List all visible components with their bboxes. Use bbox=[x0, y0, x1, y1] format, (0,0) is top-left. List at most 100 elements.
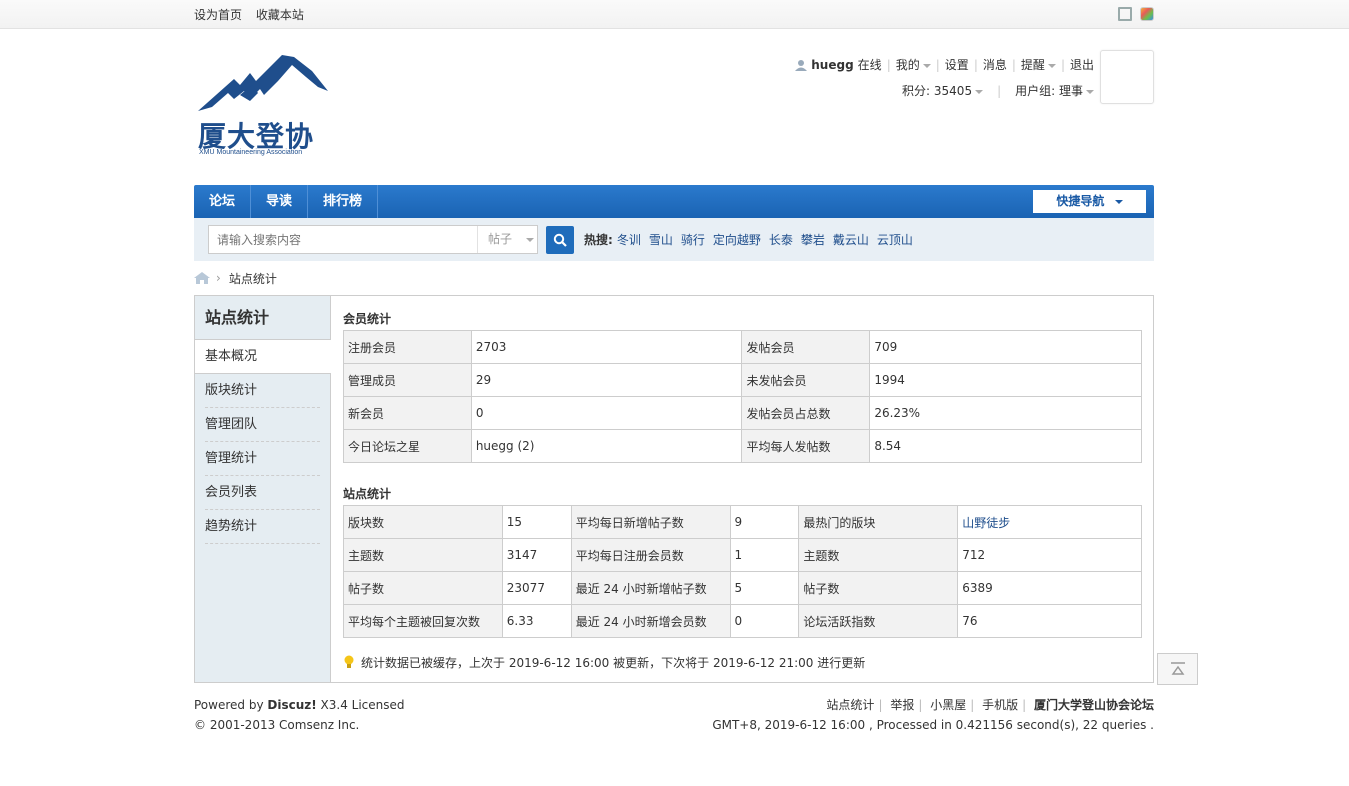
table-cell-value: 3147 bbox=[501, 538, 572, 572]
copyright-text[interactable]: © 2001-2013 Comsenz Inc. bbox=[194, 718, 359, 732]
bookmark-link[interactable]: 收藏本站 bbox=[256, 8, 304, 22]
my-menu[interactable]: 我的 bbox=[896, 54, 931, 76]
nav-guide[interactable]: 导读 bbox=[251, 185, 309, 218]
footer-site-name[interactable]: 厦门大学登山协会论坛 bbox=[1034, 698, 1154, 712]
usergroup-menu[interactable]: 用户组: 理事 bbox=[1015, 80, 1094, 102]
settings-link[interactable]: 设置 bbox=[945, 54, 969, 76]
table-cell-label: 平均每日注册会员数 bbox=[570, 538, 731, 572]
hot-search-item[interactable]: 云顶山 bbox=[877, 231, 913, 248]
table-cell-label: 最热门的版块 bbox=[798, 505, 959, 539]
search-type-label: 帖子 bbox=[488, 232, 513, 246]
search-box: 帖子 bbox=[208, 225, 538, 254]
footer-link-report[interactable]: 举报 bbox=[890, 698, 914, 712]
nav-ranking[interactable]: 排行榜 bbox=[308, 185, 379, 218]
table-cell-value: 0 bbox=[729, 604, 800, 638]
nav-forum[interactable]: 论坛 bbox=[194, 185, 252, 218]
sidebar: 站点统计 基本概况 版块统计 管理团队 管理统计 会员列表 趋势统计 bbox=[195, 296, 331, 682]
table-cell-label: 平均每人发帖数 bbox=[741, 429, 871, 463]
user-info: huegg 在线 | 我的 | 设置 | 消息 | 提醒 | 退出 积分: 35… bbox=[795, 54, 1094, 102]
avatar[interactable] bbox=[1100, 50, 1154, 104]
table-cell-value: 709 bbox=[869, 330, 1142, 364]
table-row: 平均每个主题被回复次数 6.33 最近 24 小时新增会员数 0 论坛活跃指数 … bbox=[343, 604, 1142, 638]
breadcrumb-current[interactable]: 站点统计 bbox=[229, 270, 277, 287]
sidebar-item-trend-stats[interactable]: 趋势统计 bbox=[205, 510, 320, 544]
main-panel: 站点统计 基本概况 版块统计 管理团队 管理统计 会员列表 趋势统计 会员统计 … bbox=[194, 295, 1154, 683]
hot-search-item[interactable]: 雪山 bbox=[649, 231, 673, 248]
table-cell-value: 5 bbox=[729, 571, 800, 605]
reminders-menu[interactable]: 提醒 bbox=[1021, 54, 1056, 76]
sidebar-item-member-list[interactable]: 会员列表 bbox=[205, 476, 320, 510]
top-bar: 设为首页 收藏本站 bbox=[0, 0, 1349, 29]
search-input[interactable] bbox=[209, 226, 477, 253]
hot-search-item[interactable]: 戴云山 bbox=[833, 231, 869, 248]
hottest-forum-link[interactable]: 山野徒步 bbox=[962, 516, 1010, 530]
table-cell-value: huegg (2) bbox=[470, 429, 743, 463]
table-cell-label: 管理成员 bbox=[343, 363, 472, 397]
table-cell-label: 平均每日新增帖子数 bbox=[570, 505, 731, 539]
copyright: © 2001-2013 Comsenz Inc. bbox=[194, 715, 405, 735]
hot-search-label: 热搜: bbox=[584, 233, 613, 247]
table-cell-value: 23077 bbox=[501, 571, 572, 605]
footer: Powered by Discuz! X3.4 Licensed © 2001-… bbox=[194, 683, 1154, 743]
sidebar-item-admin-stats[interactable]: 管理统计 bbox=[205, 442, 320, 476]
theme-color-icon[interactable] bbox=[1140, 7, 1154, 21]
hot-search-item[interactable]: 冬训 bbox=[617, 231, 641, 248]
table-cell-value: 山野徒步 bbox=[957, 505, 1142, 539]
search-type-select[interactable]: 帖子 bbox=[477, 226, 537, 253]
breadcrumb-separator: › bbox=[216, 271, 221, 285]
member-stats-table: 注册会员 2703 发帖会员 709 管理成员 29 未发帖会员 1994 新会… bbox=[343, 330, 1142, 463]
arrow-up-icon bbox=[1170, 662, 1185, 675]
footer-link-blackroom[interactable]: 小黑屋 bbox=[930, 698, 966, 712]
lightbulb-icon bbox=[344, 655, 354, 668]
table-cell-label: 主题数 bbox=[798, 538, 959, 572]
table-cell-label: 发帖会员占总数 bbox=[741, 396, 871, 430]
username-link[interactable]: huegg bbox=[811, 54, 853, 76]
chevron-down-icon bbox=[975, 89, 984, 94]
table-cell-label: 未发帖会员 bbox=[741, 363, 871, 397]
hot-search-item[interactable]: 长泰 bbox=[769, 231, 793, 248]
logout-link[interactable]: 退出 bbox=[1070, 54, 1094, 76]
member-stats-title: 会员统计 bbox=[343, 312, 392, 326]
chevron-down-icon bbox=[1114, 199, 1123, 204]
messages-link[interactable]: 消息 bbox=[983, 54, 1007, 76]
table-row: 今日论坛之星 huegg (2) 平均每人发帖数 8.54 bbox=[343, 429, 1142, 463]
fullscreen-icon[interactable] bbox=[1118, 7, 1132, 21]
powered-suffix: X3.4 Licensed bbox=[316, 698, 405, 712]
table-cell-label: 新会员 bbox=[343, 396, 472, 430]
footer-link-mobile[interactable]: 手机版 bbox=[982, 698, 1018, 712]
online-status[interactable]: 在线 bbox=[858, 54, 882, 76]
search-button[interactable] bbox=[546, 225, 574, 254]
table-cell-label: 今日论坛之星 bbox=[343, 429, 472, 463]
table-cell-value: 712 bbox=[957, 538, 1142, 572]
cache-notice: 统计数据已被缓存，上次于 2019-6-12 16:00 被更新，下次将于 20… bbox=[343, 644, 1142, 680]
table-cell-label: 最近 24 小时新增帖子数 bbox=[570, 571, 731, 605]
quick-nav-button[interactable]: 快捷导航 bbox=[1033, 190, 1146, 213]
set-home-link[interactable]: 设为首页 bbox=[194, 8, 242, 22]
footer-link-stats[interactable]: 站点统计 bbox=[826, 698, 874, 712]
table-cell-value: 8.54 bbox=[869, 429, 1142, 463]
table-cell-label: 版块数 bbox=[343, 505, 503, 539]
discuz-link[interactable]: Discuz! bbox=[267, 698, 316, 712]
site-logo[interactable]: 厦大登协 XMU Mountaineering Association bbox=[194, 51, 334, 161]
scroll-to-top-button[interactable] bbox=[1157, 653, 1198, 685]
points-menu[interactable]: 积分: 35405 bbox=[902, 80, 984, 102]
hot-search-item[interactable]: 定向越野 bbox=[713, 231, 761, 248]
table-row: 新会员 0 发帖会员占总数 26.23% bbox=[343, 396, 1142, 430]
hot-search-item[interactable]: 骑行 bbox=[681, 231, 705, 248]
main-nav: 论坛 导读 排行榜 快捷导航 bbox=[194, 185, 1154, 218]
table-cell-label: 发帖会员 bbox=[741, 330, 871, 364]
sidebar-title: 站点统计 bbox=[195, 296, 330, 340]
sidebar-item-admin-team[interactable]: 管理团队 bbox=[205, 408, 320, 442]
footer-links: 站点统计 | 举报 | 小黑屋 | 手机版 | 厦门大学登山协会论坛 bbox=[826, 698, 1154, 712]
table-cell-label: 平均每个主题被回复次数 bbox=[343, 604, 503, 638]
usergroup-label: 用户组: 理事 bbox=[1015, 84, 1083, 98]
mountain-logo-icon bbox=[198, 55, 328, 111]
sidebar-item-forum-stats[interactable]: 版块统计 bbox=[205, 374, 320, 408]
table-cell-value: 15 bbox=[501, 505, 572, 539]
hot-search-item[interactable]: 攀岩 bbox=[801, 231, 825, 248]
chevron-down-icon bbox=[525, 237, 534, 242]
home-icon[interactable] bbox=[194, 272, 210, 284]
powered-prefix: Powered by bbox=[194, 698, 268, 712]
table-cell-value: 6.33 bbox=[501, 604, 572, 638]
sidebar-item-overview[interactable]: 基本概况 bbox=[195, 340, 331, 374]
